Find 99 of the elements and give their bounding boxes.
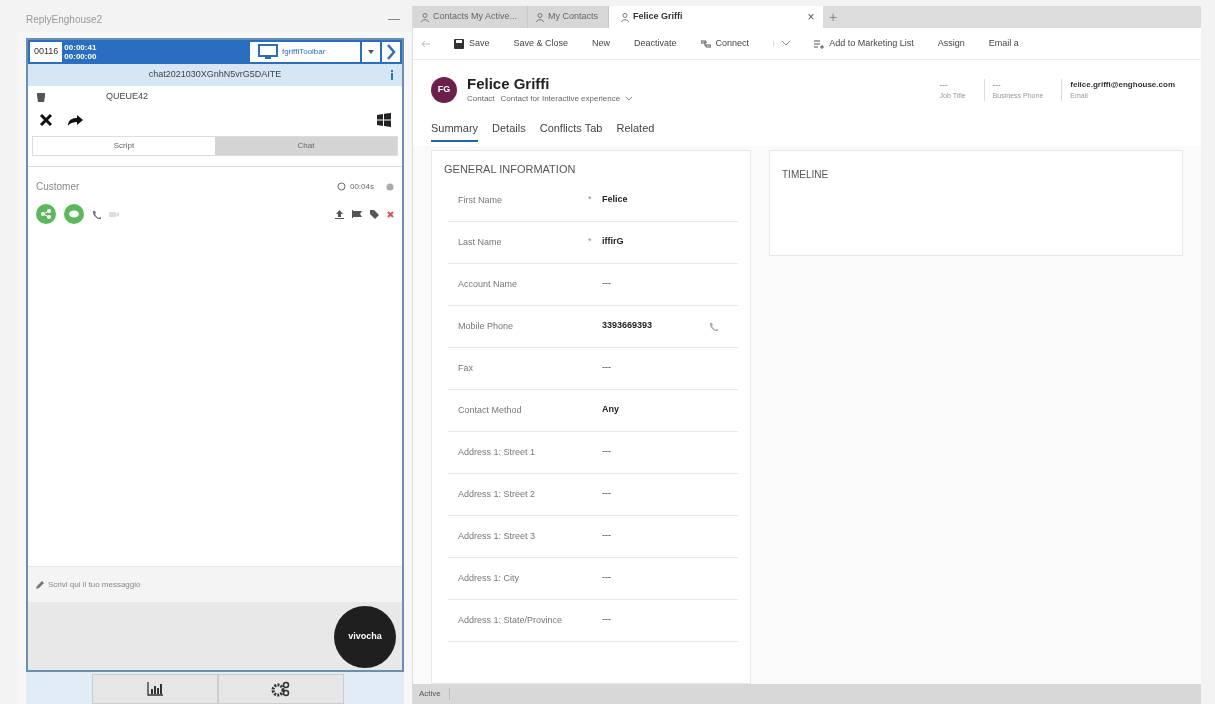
required-marker: * bbox=[588, 194, 592, 205]
person-icon bbox=[621, 12, 630, 22]
person-icon bbox=[536, 12, 545, 22]
header-value: --- bbox=[992, 78, 1002, 91]
form-tab[interactable]: Details bbox=[492, 120, 526, 140]
field-label: Address 1: Street 3 bbox=[457, 530, 537, 543]
field-label: First Name bbox=[457, 194, 503, 207]
command-button[interactable]: New bbox=[592, 36, 611, 51]
field-label: Contact Method bbox=[457, 404, 523, 417]
field-value[interactable]: 3393669393 bbox=[602, 319, 709, 333]
field-label: Address 1: City bbox=[457, 572, 521, 585]
header-value: --- bbox=[939, 78, 949, 91]
window-title: ReplyEnghouse2 bbox=[26, 12, 103, 27]
elapsed-time: 00:04s bbox=[349, 180, 374, 193]
field-value[interactable]: --- bbox=[602, 529, 738, 543]
field-value[interactable]: iffirG bbox=[602, 235, 738, 249]
required-marker: * bbox=[588, 236, 592, 247]
form-tab[interactable]: Summary bbox=[431, 120, 479, 142]
curved-arrow-icon bbox=[67, 114, 83, 126]
command-button[interactable]: Deactivate bbox=[634, 36, 677, 51]
form-selector[interactable]: Contact for Interactive experience bbox=[500, 93, 621, 105]
save-icon bbox=[454, 38, 464, 49]
connection-icon bbox=[700, 38, 711, 49]
next-button[interactable] bbox=[382, 42, 400, 62]
panel-tab[interactable]: Chat bbox=[215, 137, 397, 155]
command-button[interactable]: Save bbox=[454, 36, 490, 51]
clock-icon bbox=[336, 182, 346, 191]
pencil-icon bbox=[36, 580, 44, 589]
dropdown-button[interactable] bbox=[362, 42, 380, 62]
brand-logo: vivocha bbox=[334, 606, 396, 668]
command-button[interactable]: Add to Marketing List bbox=[814, 36, 914, 51]
field-value[interactable]: --- bbox=[602, 613, 738, 627]
phone-icon bbox=[92, 209, 101, 219]
field-value[interactable]: Any bbox=[602, 403, 738, 417]
status-text: Active bbox=[419, 688, 450, 700]
field-value[interactable]: --- bbox=[602, 361, 738, 375]
message-field[interactable]: Scrivi qui il tuo messaggio bbox=[28, 566, 402, 602]
form-tab[interactable]: Conflicts Tab bbox=[539, 120, 603, 140]
windows-icon bbox=[377, 113, 391, 127]
minimize-button[interactable]: — bbox=[384, 10, 404, 28]
timer-text: 00:00:41 bbox=[64, 43, 97, 52]
browser-tab[interactable]: Contacts My Active... bbox=[413, 6, 529, 28]
command-button[interactable]: Connect bbox=[700, 36, 750, 51]
chevron-down-icon bbox=[626, 97, 633, 101]
field-value[interactable]: --- bbox=[602, 487, 738, 501]
close-icon bbox=[40, 114, 52, 126]
bar-chart-icon bbox=[147, 682, 163, 696]
command-button[interactable]: Assign bbox=[937, 36, 965, 51]
command-button[interactable]: Save & Close bbox=[513, 36, 569, 51]
field-label: Account Name bbox=[457, 278, 519, 291]
dropdown-button[interactable] bbox=[773, 41, 791, 46]
close-tab-button[interactable]: × bbox=[799, 6, 824, 28]
field-label: Fax bbox=[457, 362, 474, 375]
flag-icon bbox=[352, 210, 362, 218]
speech-bubble-icon bbox=[69, 209, 79, 219]
monitor-icon bbox=[258, 44, 278, 60]
command-button[interactable]: Email a bbox=[988, 36, 1019, 51]
windows-button[interactable] bbox=[374, 110, 394, 130]
avatar: FG bbox=[431, 77, 457, 103]
back-arrow-icon bbox=[421, 39, 430, 48]
field-label: Mobile Phone bbox=[457, 320, 515, 333]
field-value[interactable]: Felice bbox=[602, 193, 738, 207]
phone-icon bbox=[709, 321, 718, 331]
statistics-button[interactable] bbox=[92, 674, 218, 704]
entity-label: Contact bbox=[467, 93, 495, 105]
upload-icon bbox=[335, 209, 344, 219]
header-value: felice.griffi@enghouse.com bbox=[1070, 78, 1175, 91]
tag-icon bbox=[370, 209, 379, 219]
gears-icon bbox=[271, 681, 291, 697]
extension-label: 00116 bbox=[30, 42, 63, 62]
toolbar-selector[interactable]: fgriffiToolbar bbox=[250, 42, 360, 62]
chevron-right-icon bbox=[386, 44, 396, 60]
field-value[interactable]: --- bbox=[602, 277, 738, 291]
timer-text: 00:00:00 bbox=[64, 52, 97, 61]
queue-label: QUEUE42 bbox=[106, 90, 149, 104]
field-label: Address 1: State/Province bbox=[457, 614, 564, 627]
field-label: Address 1: Street 2 bbox=[457, 488, 537, 501]
field-label: Last Name bbox=[457, 236, 503, 249]
browser-tab[interactable]: Felice Griffi bbox=[609, 6, 800, 28]
video-icon bbox=[109, 210, 119, 218]
queue-icon bbox=[36, 92, 46, 102]
field-value[interactable]: --- bbox=[602, 445, 738, 459]
section-title: GENERAL INFORMATION bbox=[444, 162, 577, 177]
form-tab[interactable]: Related bbox=[616, 120, 655, 140]
chevron-down-icon bbox=[782, 41, 791, 46]
browser-tab[interactable]: My Contacts bbox=[528, 6, 610, 28]
person-icon bbox=[421, 12, 429, 22]
chat-id: chat2021030XGnhN5vrG5DAITE bbox=[148, 68, 282, 82]
record-name: Felice Griffi bbox=[467, 75, 551, 93]
list-add-icon bbox=[814, 38, 825, 49]
close-icon bbox=[387, 210, 394, 218]
info-icon bbox=[390, 70, 394, 80]
section-title: TIMELINE bbox=[782, 169, 829, 180]
field-value[interactable]: --- bbox=[602, 571, 738, 585]
settings-button[interactable] bbox=[218, 674, 344, 704]
caret-icon bbox=[368, 50, 374, 54]
share-icon bbox=[41, 209, 51, 219]
field-label: Address 1: Street 1 bbox=[457, 446, 537, 459]
customer-label: Customer bbox=[36, 180, 81, 194]
